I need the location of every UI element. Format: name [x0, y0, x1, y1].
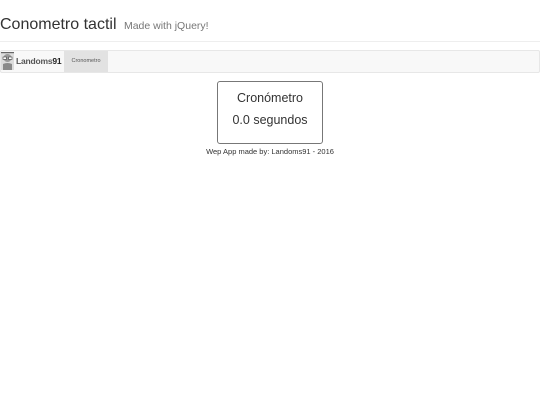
navbar: Landoms91 Cronometro — [0, 50, 540, 73]
page-subtitle: Made with jQuery! — [123, 20, 209, 32]
page-header: Conometro tactil Made with jQuery! — [0, 14, 540, 37]
footer-credit: Wep App made by: Landoms91 - 2016 — [206, 147, 334, 156]
brand-text: Landoms91 — [16, 56, 62, 66]
brand-logo-icon — [1, 52, 14, 70]
navbar-brand[interactable]: Landoms91 — [1, 51, 65, 72]
brand-name: Landoms — [16, 56, 53, 66]
page-title-text: Conometro tactil — [0, 16, 117, 33]
stopwatch-panel[interactable]: Cronómetro 0.0 segundos — [217, 81, 323, 144]
stopwatch-value: 0.0 segundos — [232, 113, 308, 127]
tab-cronometro[interactable]: Cronometro — [64, 51, 108, 72]
header-divider — [0, 41, 540, 42]
page-title: Conometro tactil Made with jQuery! — [0, 14, 540, 37]
stopwatch-title: Cronómetro — [237, 91, 303, 105]
brand-number: 91 — [52, 56, 62, 66]
